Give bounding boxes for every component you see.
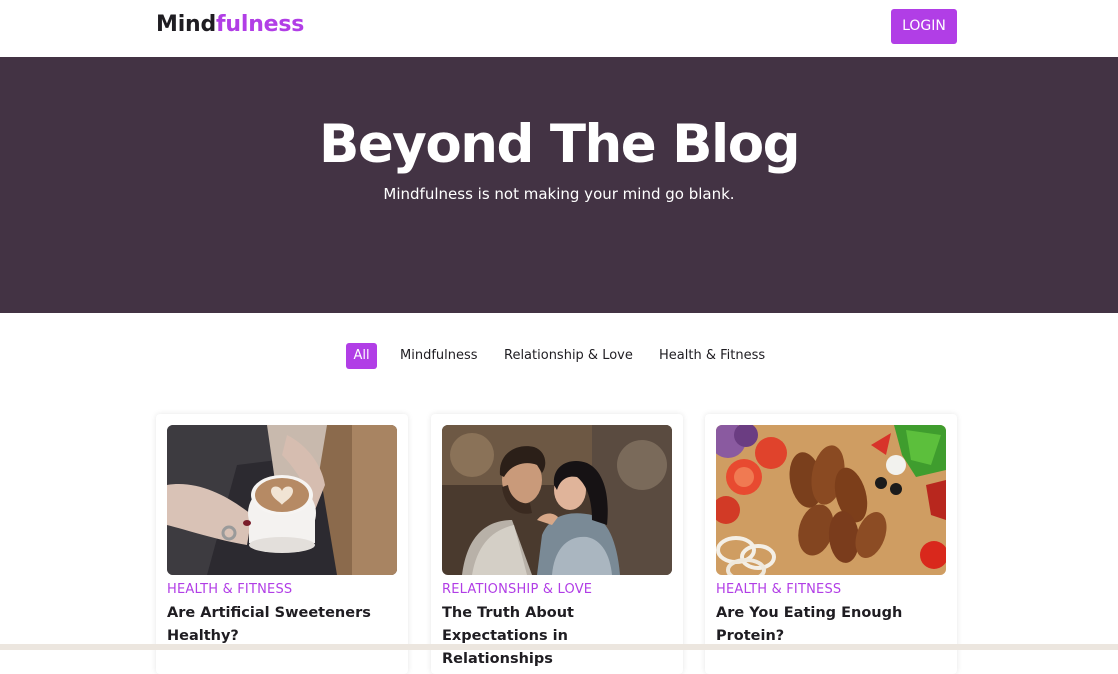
hero-title: Beyond The Blog	[318, 114, 801, 175]
hero-subtitle: Mindfulness is not making your mind go b…	[383, 185, 735, 203]
grilled-chicken-image[interactable]	[716, 425, 946, 575]
logo-accent-text: fulness	[216, 12, 305, 37]
filter-relationship-love[interactable]: Relationship & Love	[504, 343, 633, 369]
page-bottom-edge	[0, 644, 1118, 650]
card-title[interactable]: Are Artificial Sweeteners Healthy?	[167, 602, 399, 648]
logo-main-text: Mind	[156, 12, 217, 37]
card-category[interactable]: HEALTH & FITNESS	[167, 582, 292, 597]
blog-card[interactable]: HEALTH & FITNESS Are You Eating Enough P…	[705, 414, 957, 674]
hero-banner: Beyond The Blog Mindfulness is not makin…	[0, 57, 1118, 313]
card-title[interactable]: Are You Eating Enough Protein?	[716, 602, 948, 648]
site-header: Mindfulness LOGIN	[0, 0, 1118, 57]
blog-card[interactable]: RELATIONSHIP & LOVE The Truth About Expe…	[431, 414, 683, 674]
card-category[interactable]: HEALTH & FITNESS	[716, 582, 841, 597]
filter-all[interactable]: All	[346, 343, 377, 369]
blog-card[interactable]: HEALTH & FITNESS Are Artificial Sweetene…	[156, 414, 408, 674]
couple-image[interactable]	[442, 425, 672, 575]
filter-mindfulness[interactable]: Mindfulness	[400, 343, 478, 369]
site-logo[interactable]: Mindfulness	[156, 12, 304, 37]
coffee-cup-image[interactable]	[167, 425, 397, 575]
card-category[interactable]: RELATIONSHIP & LOVE	[442, 582, 592, 597]
card-title[interactable]: The Truth About Expectations in Relation…	[442, 602, 674, 671]
login-button[interactable]: LOGIN	[891, 9, 957, 44]
filter-health-fitness[interactable]: Health & Fitness	[659, 343, 765, 369]
category-filter-bar: All Mindfulness Relationship & Love Heal…	[0, 343, 1118, 369]
